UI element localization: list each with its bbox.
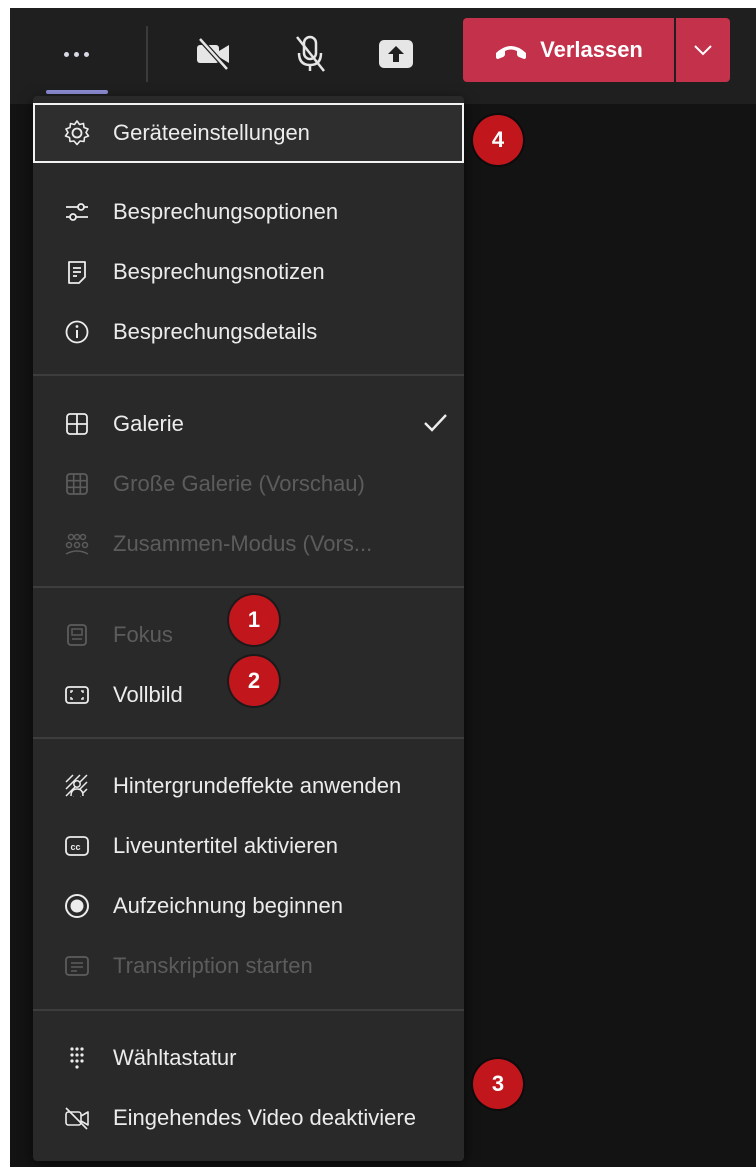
menu-item-label: Wähltastatur: [113, 1045, 237, 1070]
menu-item-background-effects[interactable]: Hintergrundeffekte anwenden: [33, 756, 464, 816]
toolbar-divider: [146, 26, 148, 82]
menu-item-label: Geräteeinstellungen: [113, 120, 310, 145]
phone-hangup-icon: [496, 46, 527, 59]
focus-icon: [57, 615, 97, 655]
menu-item-label: Galerie: [113, 411, 184, 436]
menu-item-together-mode: Zusammen-Modus (Vors...: [33, 514, 464, 574]
more-options-icon: [63, 51, 89, 57]
annotation-badge-2: 2: [229, 656, 279, 706]
dialpad-icon: [57, 1038, 97, 1078]
menu-separator: [33, 586, 464, 588]
menu-item-label: Vollbild: [113, 682, 183, 707]
meeting-stage: Verlassen Geräteeinstellungen Besprechun…: [10, 8, 756, 1167]
chevron-down-icon: [694, 45, 712, 56]
menu-item-meeting-notes[interactable]: Besprechungsnotizen: [33, 242, 464, 302]
menu-item-device-settings[interactable]: Geräteeinstellungen: [33, 103, 464, 163]
gear-icon: [57, 113, 97, 153]
menu-item-live-captions[interactable]: cc Liveuntertitel aktivieren: [33, 816, 464, 876]
closed-captions-icon: cc: [57, 826, 97, 866]
video-off-icon: [57, 1098, 97, 1138]
menu-item-start-transcription: Transkription starten: [33, 936, 464, 996]
menu-item-dialpad[interactable]: Wähltastatur: [33, 1028, 464, 1088]
notes-icon: [57, 252, 97, 292]
share-screen-button[interactable]: [366, 24, 426, 84]
annotation-badge-4: 4: [473, 115, 523, 165]
leave-meeting-button[interactable]: Verlassen: [463, 18, 674, 82]
menu-item-start-recording[interactable]: Aufzeichnung beginnen: [33, 876, 464, 936]
menu-item-label: Transkription starten: [113, 953, 313, 978]
menu-item-label: Liveuntertitel aktivieren: [113, 833, 339, 858]
menu-item-label: Große Galerie (Vorschau): [113, 471, 365, 496]
menu-item-large-gallery: Große Galerie (Vorschau): [33, 454, 464, 514]
together-mode-icon: [57, 524, 97, 564]
menu-separator: [33, 374, 464, 376]
checkmark-icon: [424, 414, 447, 432]
menu-item-label: Aufzeichnung beginnen: [113, 893, 343, 918]
menu-item-label: Besprechungsnotizen: [113, 259, 325, 284]
menu-item-label: Fokus: [113, 622, 173, 647]
info-icon: [57, 312, 97, 352]
active-tab-indicator: [46, 90, 108, 94]
large-grid-icon: [57, 464, 97, 504]
svg-text:cc: cc: [71, 842, 81, 852]
more-options-button[interactable]: [40, 24, 112, 84]
menu-item-label: Hintergrundeffekte anwenden: [113, 773, 402, 798]
mic-off-icon: [296, 35, 325, 72]
camera-off-icon: [197, 37, 229, 71]
menu-item-disable-incoming-video[interactable]: Eingehendes Video deaktiviere: [33, 1088, 464, 1148]
meeting-toolbar: Verlassen: [10, 8, 756, 104]
annotation-badge-3: 3: [473, 1059, 523, 1109]
record-icon: [57, 886, 97, 926]
fullscreen-icon: [57, 675, 97, 715]
menu-item-label: Besprechungsoptionen: [113, 199, 339, 224]
menu-separator: [33, 737, 464, 739]
camera-toggle-button[interactable]: [186, 24, 242, 84]
microphone-toggle-button[interactable]: [282, 24, 338, 84]
menu-item-label: Zusammen-Modus (Vors...: [113, 531, 373, 556]
background-effects-icon: [57, 766, 97, 806]
sliders-icon: [57, 192, 97, 232]
share-screen-icon: [379, 40, 413, 68]
menu-item-meeting-options[interactable]: Besprechungsoptionen: [33, 182, 464, 242]
grid-icon: [57, 404, 97, 444]
annotation-badge-1: 1: [229, 595, 279, 645]
menu-item-gallery[interactable]: Galerie: [33, 394, 464, 454]
menu-item-label: Eingehendes Video deaktiviere: [113, 1105, 416, 1130]
leave-button-label: Verlassen: [540, 37, 643, 62]
menu-separator: [33, 1009, 464, 1011]
leave-options-dropdown[interactable]: [676, 18, 730, 82]
menu-item-meeting-details[interactable]: Besprechungsdetails: [33, 302, 464, 362]
transcript-icon: [57, 946, 97, 986]
menu-item-label: Besprechungsdetails: [113, 319, 318, 344]
